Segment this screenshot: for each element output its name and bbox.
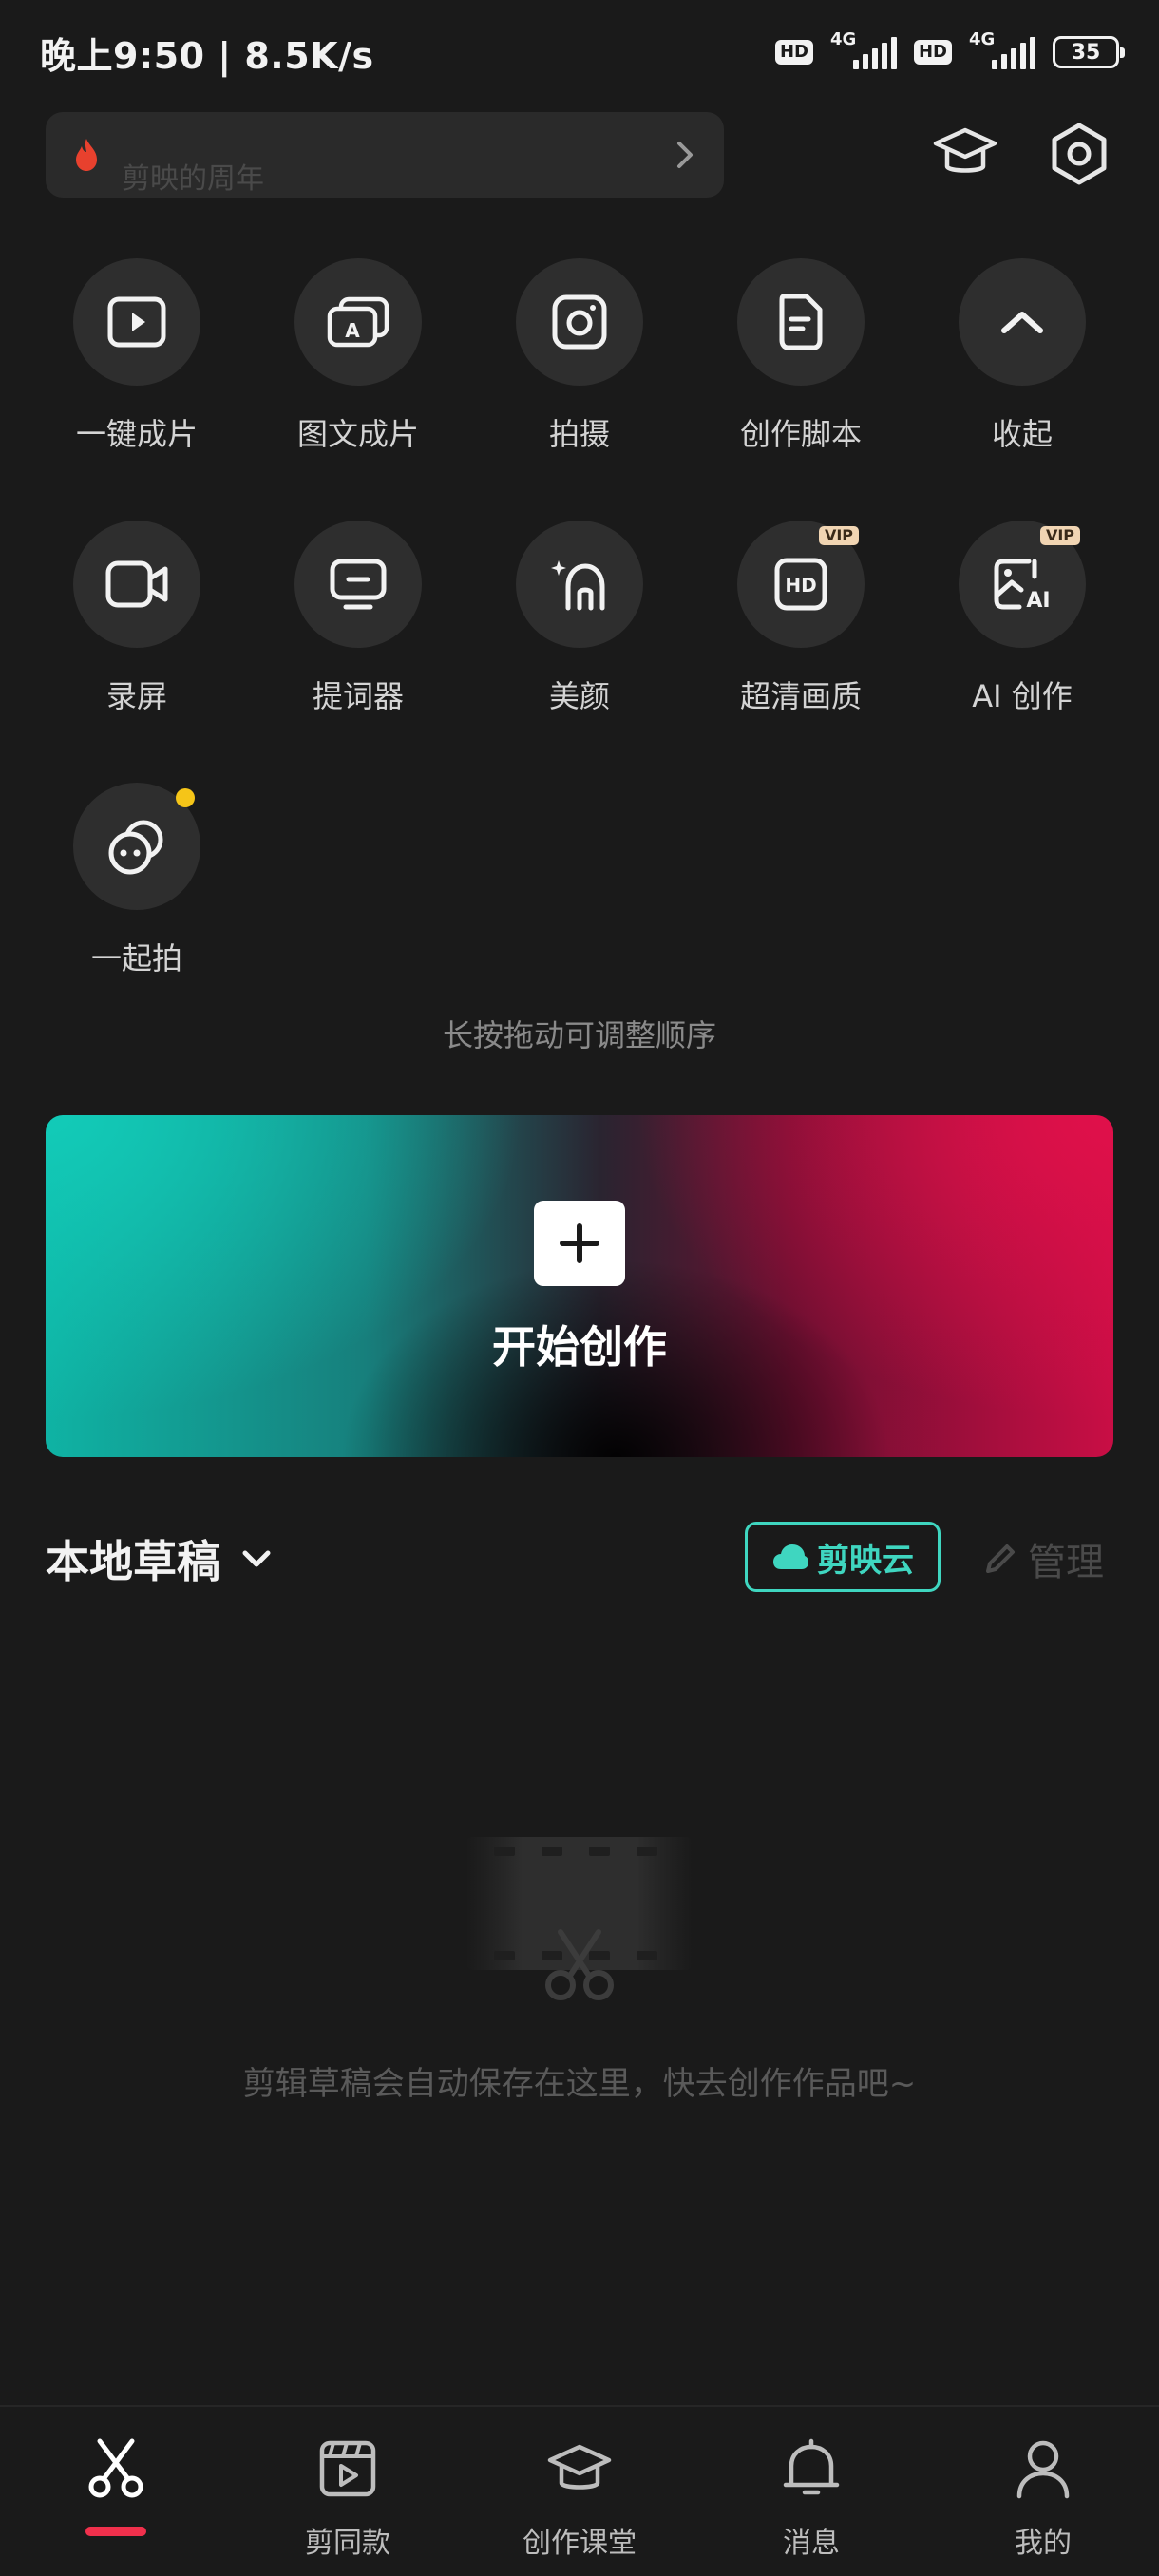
nav-label: 消息 — [783, 2527, 840, 2560]
nav-course[interactable]: 创作课堂 — [464, 2407, 695, 2576]
hd-icon: HD — [774, 558, 827, 611]
empty-drafts-text: 剪辑草稿会自动保存在这里，快去创作作品吧~ — [242, 2065, 917, 2103]
tool-shoot[interactable]: 拍摄 — [484, 258, 674, 454]
start-create-banner[interactable]: 开始创作 — [46, 1115, 1113, 1457]
cloud-icon — [773, 1544, 808, 1569]
tool-label: 超清画质 — [739, 678, 862, 714]
drafts-dropdown[interactable]: 本地草稿 — [46, 1527, 272, 1590]
tool-label: 提词器 — [312, 678, 404, 714]
shoot-together-icon — [108, 820, 163, 875]
tool-circle — [294, 521, 422, 648]
script-icon — [779, 294, 823, 350]
manage-label: 管理 — [1028, 1541, 1104, 1584]
reorder-hint: 长按拖动可调整顺序 — [442, 1017, 716, 1053]
graduation-cap-icon — [933, 127, 998, 173]
nav-templates[interactable]: 剪同款 — [232, 2407, 464, 2576]
graduation-cap-icon — [547, 2444, 612, 2490]
tool-label: 创作脚本 — [739, 416, 862, 452]
tool-one-click-video[interactable]: 一键成片 — [42, 258, 232, 454]
tool-beauty[interactable]: 美颜 — [484, 521, 674, 716]
tool-label: 收起 — [991, 416, 1053, 452]
tool-circle — [516, 521, 643, 648]
status-indicators: HD 4G HD 4G 35 — [774, 29, 1125, 71]
active-tab-indicator — [86, 2527, 146, 2536]
tool-circle: AI VIP — [959, 521, 1086, 648]
tool-ai-create[interactable]: AI VIP AI 创作 — [927, 521, 1117, 716]
bottom-nav: 剪同款 创作课堂 消息 我的 — [0, 2405, 1159, 2576]
chevron-right-icon — [677, 142, 693, 168]
battery-icon: 35 — [1053, 36, 1125, 68]
manage-button[interactable]: 管理 — [982, 1531, 1104, 1586]
settings-hexagon-icon — [1052, 123, 1107, 185]
nav-edit[interactable] — [0, 2407, 232, 2576]
cloud-button[interactable]: 剪映云 — [745, 1522, 940, 1592]
tool-circle — [73, 783, 200, 910]
cloud-label: 剪映云 — [817, 1541, 914, 1580]
battery-level: 35 — [1071, 40, 1101, 65]
signal-icon: 4G — [830, 29, 897, 71]
nav-profile[interactable]: 我的 — [927, 2407, 1159, 2576]
status-bar: 晚上9:50 | 8.5K/s HD 4G HD 4G 35 — [0, 0, 1159, 104]
tool-circle — [737, 258, 864, 386]
tool-hd-quality[interactable]: HD VIP 超清画质 — [706, 521, 896, 716]
tool-teleprompter[interactable]: 提词器 — [263, 521, 453, 716]
hd-badge: HD — [774, 40, 813, 65]
tool-label: AI 创作 — [972, 678, 1073, 714]
person-icon — [1016, 2440, 1070, 2499]
signal-icon-2: 4G — [969, 29, 1036, 71]
play-icon — [107, 296, 166, 348]
bell-icon — [783, 2438, 840, 2495]
hd-badge-2: HD — [913, 40, 952, 65]
fire-icon — [76, 139, 97, 171]
svg-text:HD: HD — [785, 574, 816, 597]
tool-circle — [73, 258, 200, 386]
tool-label: 一键成片 — [75, 416, 198, 452]
svg-text:AI: AI — [1026, 589, 1050, 613]
search-hint: 剪映的周年 — [122, 162, 264, 196]
tool-circle — [959, 258, 1086, 386]
search-bar[interactable]: 剪映的周年 — [46, 112, 724, 198]
pencil-icon — [986, 1544, 1015, 1573]
tool-shoot-together[interactable]: 一起拍 — [42, 783, 232, 978]
nav-label: 剪同款 — [305, 2527, 390, 2560]
tool-screen-record[interactable]: 录屏 — [42, 521, 232, 716]
vip-badge: VIP — [818, 526, 859, 545]
drafts-title: 本地草稿 — [46, 1536, 220, 1587]
tool-circle — [73, 521, 200, 648]
course-button[interactable] — [929, 118, 1001, 190]
nav-label: 创作课堂 — [522, 2527, 636, 2560]
vip-badge: VIP — [1039, 526, 1080, 545]
tool-label: 美颜 — [548, 678, 610, 714]
beauty-icon — [551, 560, 605, 611]
tool-label: 录屏 — [105, 678, 167, 714]
tool-circle: A — [294, 258, 422, 386]
scissors-icon — [88, 2438, 143, 2498]
nav-label: 我的 — [1015, 2527, 1072, 2560]
settings-button[interactable] — [1043, 118, 1115, 190]
screen-record-icon — [105, 560, 168, 608]
tool-collapse[interactable]: 收起 — [927, 258, 1117, 454]
camera-icon — [552, 294, 607, 350]
teleprompter-icon — [330, 559, 387, 610]
tool-circle: HD VIP — [737, 521, 864, 648]
svg-text:A: A — [345, 319, 360, 342]
chevron-down-icon — [242, 1550, 271, 1567]
tool-script[interactable]: 创作脚本 — [706, 258, 896, 454]
start-create-label: 开始创作 — [492, 1321, 667, 1373]
ai-create-icon: AI — [994, 559, 1051, 613]
tool-circle — [516, 258, 643, 386]
empty-film-scissors-icon — [466, 1837, 694, 2000]
plus-icon — [534, 1201, 625, 1286]
tool-label: 拍摄 — [548, 416, 610, 452]
tool-text-to-video[interactable]: A 图文成片 — [263, 258, 453, 454]
status-time-speed: 晚上9:50 | 8.5K/s — [40, 34, 374, 77]
tool-label: 图文成片 — [296, 416, 419, 452]
nav-messages[interactable]: 消息 — [695, 2407, 927, 2576]
chevron-up-icon — [1001, 312, 1043, 333]
template-icon — [319, 2440, 376, 2497]
new-dot — [176, 788, 195, 807]
tool-label: 一起拍 — [90, 940, 182, 976]
text-to-video-icon: A — [327, 296, 390, 348]
